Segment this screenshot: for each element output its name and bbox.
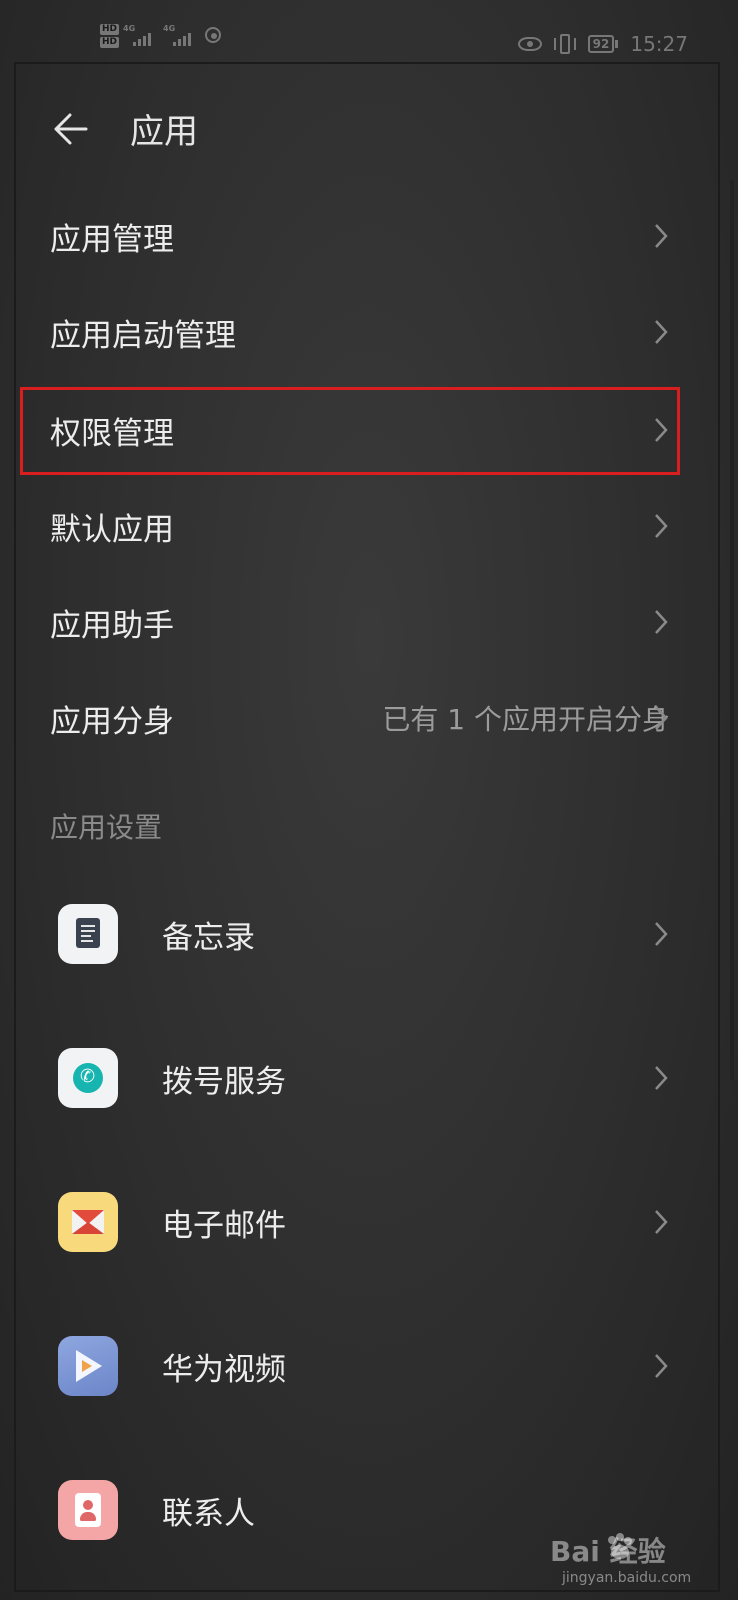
back-arrow-icon[interactable] bbox=[50, 109, 90, 149]
mail-icon bbox=[58, 1192, 118, 1252]
chevron-right-icon bbox=[655, 922, 668, 946]
hd-bottom-label: HD bbox=[100, 37, 120, 48]
section-header: 应用设置 bbox=[50, 811, 163, 844]
hd-indicator: HD HD bbox=[100, 24, 120, 48]
app-name: 拨号服务 bbox=[162, 1063, 286, 1100]
video-icon bbox=[58, 1336, 118, 1396]
app-name: 联系人 bbox=[162, 1495, 255, 1532]
menu-item-startup-management[interactable]: 应用启动管理 bbox=[50, 284, 680, 380]
app-item-notes[interactable]: 备忘录 bbox=[58, 864, 680, 1004]
menu-item-app-management[interactable]: 应用管理 bbox=[50, 188, 680, 284]
signal-icon-2: 4G bbox=[163, 24, 199, 48]
menu-item-default-apps[interactable]: 默认应用 bbox=[50, 478, 680, 574]
paw-icon bbox=[608, 1533, 632, 1559]
vibrate-icon bbox=[553, 33, 576, 55]
menu-item-label: 应用管理 bbox=[50, 221, 174, 258]
chevron-right-icon bbox=[655, 514, 668, 538]
contacts-icon bbox=[58, 1480, 118, 1540]
menu-item-label: 默认应用 bbox=[50, 511, 174, 548]
menu-item-value: 已有 1 个应用开启分身 bbox=[382, 703, 670, 736]
network-type-label-2: 4G bbox=[163, 24, 176, 33]
baidu-watermark: Bai 经验 jingyan.baidu.com bbox=[550, 1530, 730, 1600]
dialer-icon: ✆ bbox=[58, 1048, 118, 1108]
scrollbar[interactable] bbox=[730, 180, 734, 1080]
network-type-label: 4G bbox=[123, 24, 136, 33]
signal-icon: 4G bbox=[123, 24, 159, 48]
chevron-right-icon bbox=[655, 1066, 668, 1090]
eye-comfort-icon bbox=[517, 37, 542, 51]
battery-level: 92 bbox=[587, 35, 615, 53]
app-name: 备忘录 bbox=[162, 919, 255, 956]
app-item-dialer[interactable]: ✆ 拨号服务 bbox=[58, 1008, 680, 1148]
menu-item-app-twin[interactable]: 应用分身 已有 1 个应用开启分身 bbox=[50, 670, 680, 766]
hd-top-label: HD bbox=[100, 24, 120, 35]
status-bar: HD HD 4G 4G 92 15:27 bbox=[0, 0, 738, 62]
status-left: HD HD 4G 4G bbox=[100, 24, 225, 48]
status-right: 92 15:27 bbox=[517, 32, 688, 56]
chevron-right-icon bbox=[655, 610, 668, 634]
menu-item-label: 应用助手 bbox=[50, 607, 174, 644]
app-item-email[interactable]: 电子邮件 bbox=[58, 1152, 680, 1292]
app-item-video[interactable]: 华为视频 bbox=[58, 1296, 680, 1436]
chevron-right-icon bbox=[655, 224, 668, 248]
clock: 15:27 bbox=[630, 32, 688, 56]
app-bar: 应用 bbox=[50, 104, 198, 153]
notes-icon bbox=[58, 904, 118, 964]
highlight-box bbox=[20, 387, 680, 475]
app-name: 华为视频 bbox=[162, 1351, 286, 1388]
page-title: 应用 bbox=[130, 112, 198, 152]
chevron-right-icon bbox=[655, 1210, 668, 1234]
battery-icon: 92 bbox=[587, 35, 619, 53]
menu-item-label: 应用分身 bbox=[50, 703, 174, 740]
menu-item-label: 应用启动管理 bbox=[50, 317, 236, 354]
watermark-url: jingyan.baidu.com bbox=[562, 1570, 692, 1586]
chevron-right-icon bbox=[655, 706, 668, 730]
app-name: 电子邮件 bbox=[162, 1207, 286, 1244]
hotspot-icon bbox=[203, 25, 225, 47]
menu-item-app-assistant[interactable]: 应用助手 bbox=[50, 574, 680, 670]
chevron-right-icon bbox=[655, 1354, 668, 1378]
chevron-right-icon bbox=[655, 320, 668, 344]
